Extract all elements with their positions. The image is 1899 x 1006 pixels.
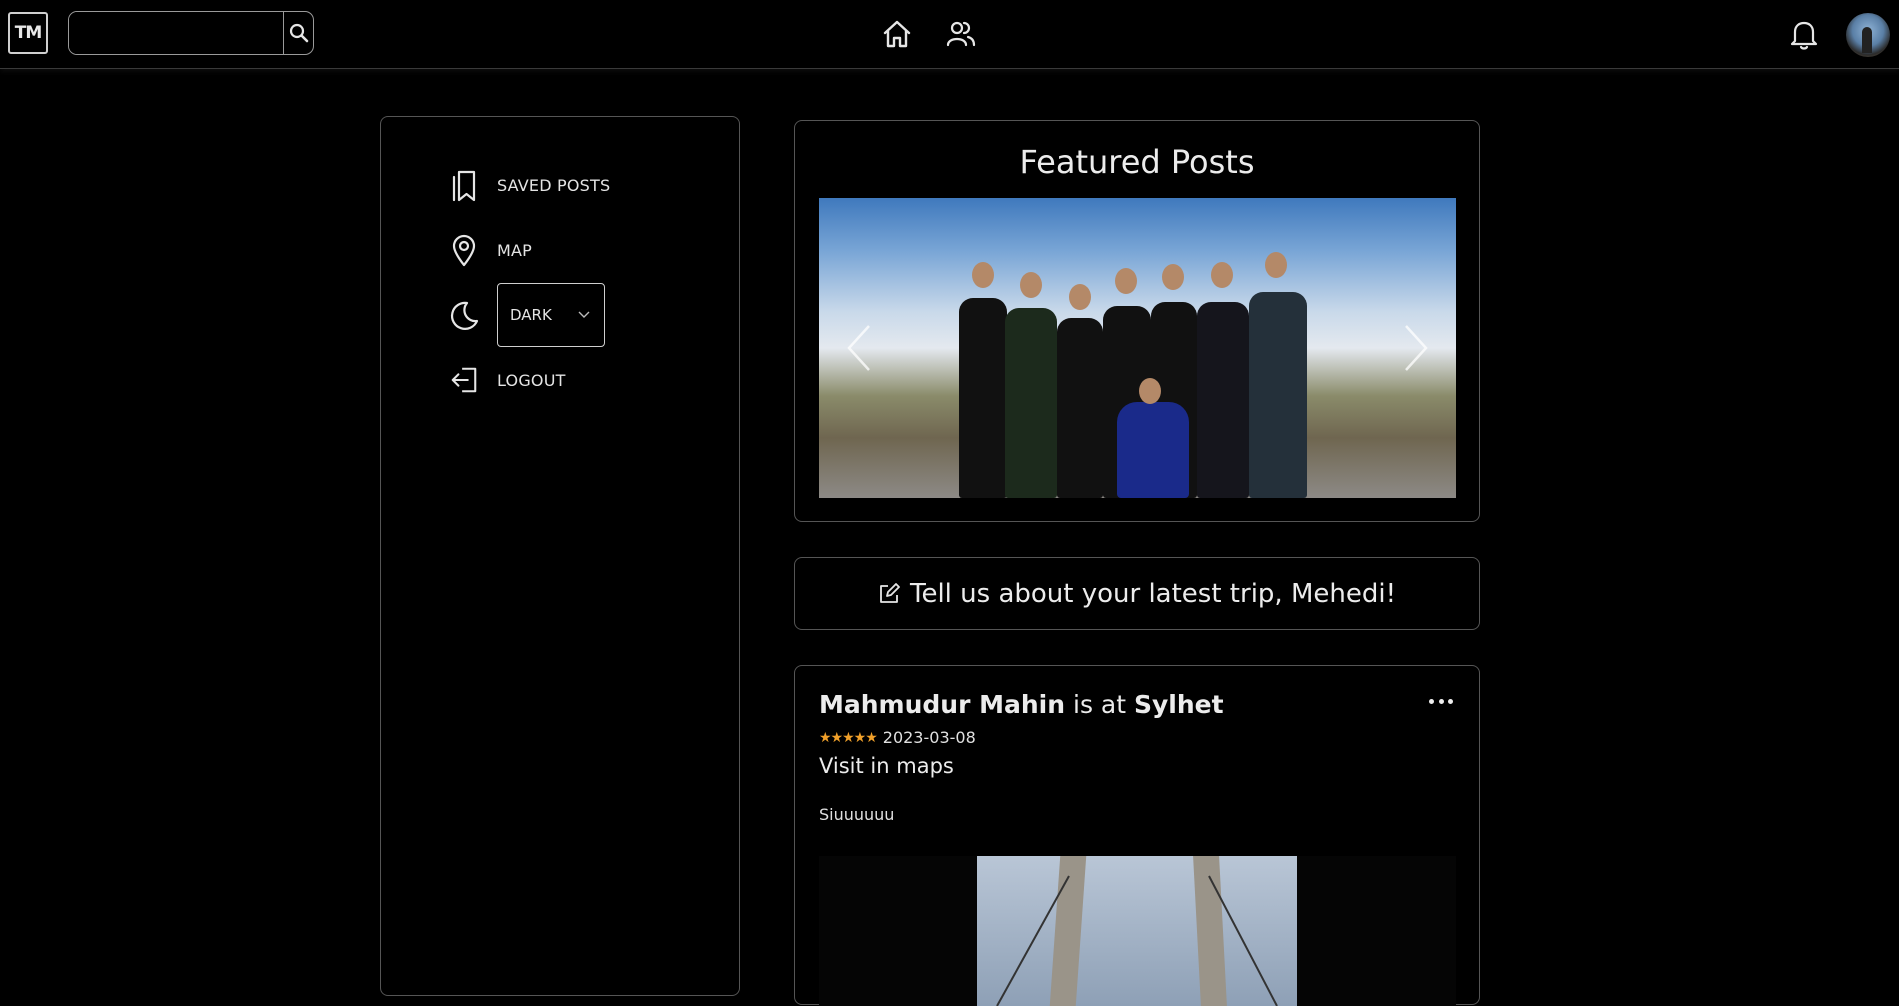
featured-carousel[interactable] xyxy=(819,198,1456,498)
post-media xyxy=(819,856,1456,1006)
top-navbar: TM xyxy=(0,0,1899,69)
sidebar-item-label: MAP xyxy=(497,240,532,260)
post-header: Mahmudur Mahin is at Sylhet xyxy=(819,690,1224,719)
logout-icon xyxy=(449,362,479,398)
search-button[interactable] xyxy=(283,12,313,54)
post-caption: Siuuuuuu xyxy=(819,805,895,824)
search-input[interactable] xyxy=(69,12,283,54)
sidebar-item-saved-posts[interactable]: SAVED POSTS xyxy=(449,167,610,203)
chevron-down-icon xyxy=(578,311,590,318)
avatar[interactable] xyxy=(1846,13,1890,57)
sidebar-item-theme: DARK xyxy=(449,283,605,347)
featured-image xyxy=(939,252,1339,498)
sidebar: SAVED POSTS MAP DARK LOGOUT xyxy=(380,116,740,996)
search-bar xyxy=(68,11,314,55)
post-connector: is at xyxy=(1073,690,1127,719)
post-image[interactable] xyxy=(977,856,1297,1006)
featured-title: Featured Posts xyxy=(1019,143,1255,181)
featured-posts-card: Featured Posts xyxy=(794,120,1480,522)
more-options-icon[interactable] xyxy=(1429,696,1453,706)
post-author[interactable]: Mahmudur Mahin xyxy=(819,690,1065,719)
nav-friends[interactable] xyxy=(941,14,981,54)
theme-select-value: DARK xyxy=(510,306,552,324)
sidebar-item-label: SAVED POSTS xyxy=(497,175,611,195)
post-meta: ★★★★★ 2023-03-08 xyxy=(819,728,976,747)
sidebar-item-label: LOGOUT xyxy=(497,370,566,390)
post-card: Mahmudur Mahin is at Sylhet ★★★★★ 2023-0… xyxy=(794,665,1480,1006)
notifications-button[interactable] xyxy=(1784,14,1824,54)
map-pin-icon xyxy=(449,232,479,268)
create-post-button[interactable]: Tell us about your latest trip, Mehedi! xyxy=(794,557,1480,630)
sidebar-item-logout[interactable]: LOGOUT xyxy=(449,362,566,398)
carousel-next-icon[interactable] xyxy=(1396,318,1436,378)
sidebar-item-map[interactable]: MAP xyxy=(449,232,532,268)
search-icon xyxy=(289,23,308,43)
bookmark-icon xyxy=(449,167,479,203)
logo[interactable]: TM xyxy=(8,12,48,54)
edit-icon xyxy=(878,582,900,605)
post-date: 2023-03-08 xyxy=(882,728,976,747)
theme-select[interactable]: DARK xyxy=(497,283,605,347)
moon-icon xyxy=(449,297,479,333)
visit-in-maps-link[interactable]: Visit in maps xyxy=(819,754,954,778)
create-post-prompt: Tell us about your latest trip, Mehedi! xyxy=(909,578,1396,609)
bell-icon xyxy=(1790,21,1818,50)
home-icon xyxy=(883,20,911,48)
post-location[interactable]: Sylhet xyxy=(1134,690,1224,719)
people-icon xyxy=(946,21,976,47)
carousel-prev-icon[interactable] xyxy=(839,318,879,378)
nav-home[interactable] xyxy=(877,14,917,54)
rating-stars: ★★★★★ xyxy=(819,729,878,746)
